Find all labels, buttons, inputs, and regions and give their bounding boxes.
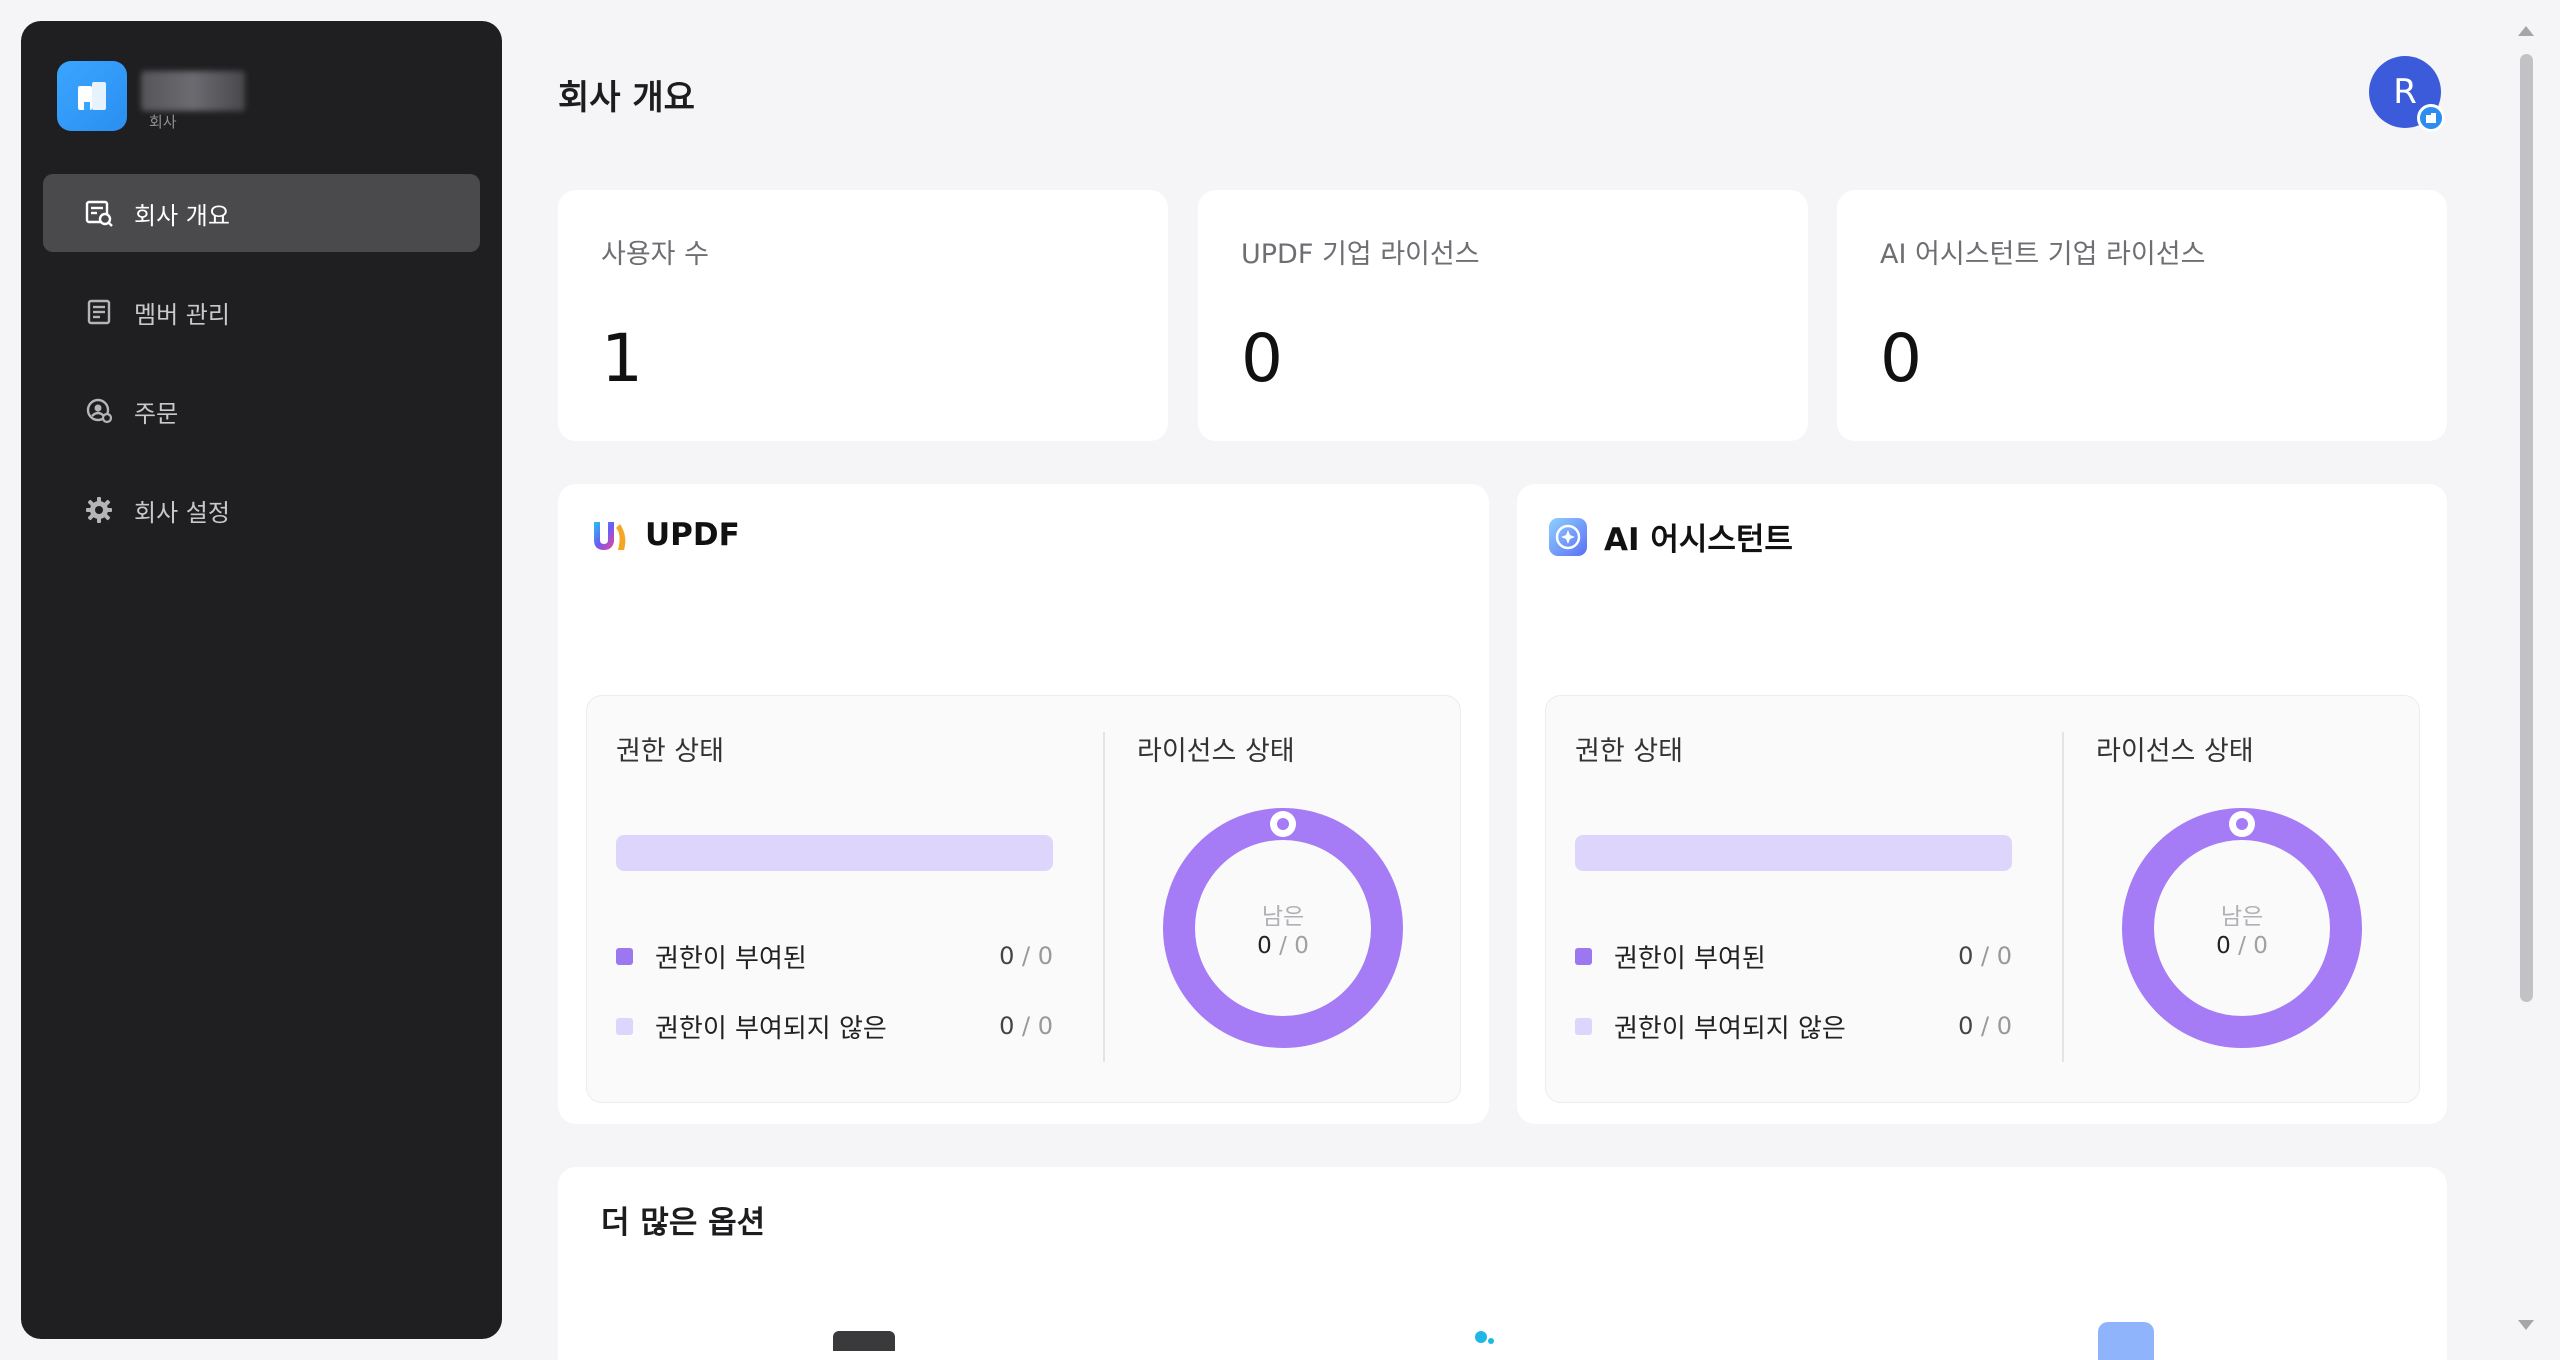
updf-status-panel: 권한 상태 라이선스 상태 권한이 부여된 0 / 0 권한이 부여되지 않은 … <box>586 695 1461 1103</box>
page-scrollbar[interactable] <box>2516 20 2536 1340</box>
sidebar-item-label: 주문 <box>134 399 179 428</box>
sidebar-item-orders[interactable]: 주문 <box>43 372 480 450</box>
legend-value: 0 / 0 <box>999 942 1053 970</box>
sidebar-item-label: 멤버 관리 <box>134 300 230 329</box>
scrollbar-thumb[interactable] <box>2520 54 2533 1002</box>
sidebar: 회사 회사 개요 멤버 관리 주문 회사 설정 <box>21 21 502 1339</box>
legend-dot-not-granted <box>616 1017 633 1035</box>
legend-label: 권한이 부여되지 않은 <box>1614 1013 1846 1044</box>
remaining-used: 0 <box>2216 933 2231 959</box>
stat-label: AI 어시스턴트 기업 라이선스 <box>1880 239 2206 270</box>
legend-value: 0 / 0 <box>999 1012 1053 1040</box>
permission-status-title: 권한 상태 <box>1575 736 1683 767</box>
order-icon <box>83 395 115 427</box>
company-badge-icon <box>2417 104 2445 132</box>
license-status-title: 라이선스 상태 <box>2096 736 2254 767</box>
brand[interactable]: 회사 <box>57 61 251 131</box>
donut-center-label: 남은 0 / 0 <box>2122 808 2362 1048</box>
updf-logo-icon <box>588 514 630 556</box>
license-status-title: 라이선스 상태 <box>1137 736 1295 767</box>
product-name: AI 어시스턴트 <box>1604 522 1793 558</box>
remaining-value: 0 / 0 <box>1257 933 1309 959</box>
permission-progress-bar <box>616 835 1053 871</box>
company-overview-icon <box>83 197 115 229</box>
granted-used: 0 <box>1958 942 1974 970</box>
product-name: UPDF <box>645 517 740 553</box>
remaining-total: 0 <box>2253 933 2268 959</box>
avatar[interactable]: R <box>2369 56 2445 132</box>
option-ai-icon[interactable] <box>2098 1322 2154 1360</box>
legend-label: 권한이 부여된 <box>655 943 807 974</box>
product-card-ai-assistant: AI 어시스턴트 권한 상태 라이선스 상태 권한이 부여된 0 / 0 권한이… <box>1517 484 2447 1124</box>
legend-dot-granted <box>1575 947 1592 965</box>
brand-subtitle: 회사 <box>149 113 177 131</box>
divider <box>1103 732 1105 1062</box>
permission-progress-bar <box>1575 835 2012 871</box>
company-name-redacted <box>141 71 245 111</box>
granted-total: 0 <box>1996 942 2012 970</box>
option-drop-icon[interactable] <box>1473 1325 1495 1360</box>
ai-status-panel: 권한 상태 라이선스 상태 권한이 부여된 0 / 0 권한이 부여되지 않은 … <box>1545 695 2420 1103</box>
permission-status-title: 권한 상태 <box>616 736 724 767</box>
remaining-value: 0 / 0 <box>2216 933 2268 959</box>
legend-value: 0 / 0 <box>1958 942 2012 970</box>
stat-label: 사용자 수 <box>601 239 709 270</box>
stat-value: 0 <box>1241 320 1283 397</box>
legend-value: 0 / 0 <box>1958 1012 2012 1040</box>
legend-dot-not-granted <box>1575 1017 1592 1035</box>
donut-center-label: 남은 0 / 0 <box>1163 808 1403 1048</box>
stat-value: 0 <box>1880 320 1922 397</box>
sidebar-item-member-management[interactable]: 멤버 관리 <box>43 273 480 351</box>
remaining-used: 0 <box>1257 933 1272 959</box>
product-card-updf: UPDF 권한 상태 라이선스 상태 권한이 부여된 0 / 0 권한이 부여되… <box>558 484 1489 1124</box>
remaining-label: 남은 <box>1261 904 1305 930</box>
not-granted-total: 0 <box>1996 1012 2012 1040</box>
divider <box>2062 732 2064 1062</box>
sidebar-nav: 회사 개요 멤버 관리 주문 회사 설정 <box>43 174 480 570</box>
not-granted-used: 0 <box>999 1012 1015 1040</box>
legend-not-granted: 권한이 부여되지 않은 0 / 0 <box>1575 1006 2012 1046</box>
legend-label: 권한이 부여되지 않은 <box>655 1013 887 1044</box>
stat-label: UPDF 기업 라이선스 <box>1241 239 1480 270</box>
stat-card-users: 사용자 수 1 <box>558 190 1168 441</box>
granted-used: 0 <box>999 942 1015 970</box>
scroll-down-arrow-icon[interactable] <box>2518 1320 2534 1330</box>
legend-not-granted: 권한이 부여되지 않은 0 / 0 <box>616 1006 1053 1046</box>
scroll-up-arrow-icon[interactable] <box>2518 26 2534 36</box>
page-title: 회사 개요 <box>558 78 695 118</box>
legend-granted: 권한이 부여된 0 / 0 <box>616 936 1053 976</box>
sidebar-item-company-settings[interactable]: 회사 설정 <box>43 471 480 549</box>
granted-total: 0 <box>1037 942 1053 970</box>
stat-value: 1 <box>601 320 643 397</box>
legend-label: 권한이 부여된 <box>1614 943 1766 974</box>
sidebar-item-label: 회사 설정 <box>134 498 230 527</box>
remaining-label: 남은 <box>2220 904 2264 930</box>
gear-icon <box>83 494 115 526</box>
stat-card-updf-licenses: UPDF 기업 라이선스 0 <box>1198 190 1808 441</box>
sidebar-item-company-overview[interactable]: 회사 개요 <box>43 174 480 252</box>
member-list-icon <box>83 296 115 328</box>
legend-granted: 권한이 부여된 0 / 0 <box>1575 936 2012 976</box>
company-logo-icon <box>57 61 127 131</box>
legend-dot-granted <box>616 947 633 965</box>
not-granted-used: 0 <box>1958 1012 1974 1040</box>
sidebar-item-label: 회사 개요 <box>134 201 230 230</box>
more-options-title: 더 많은 옵션 <box>601 1205 766 1241</box>
more-options-card: 더 많은 옵션 <box>558 1167 2447 1360</box>
option-device-icon[interactable] <box>833 1331 895 1351</box>
avatar-initial: R <box>2393 72 2417 112</box>
stat-card-ai-licenses: AI 어시스턴트 기업 라이선스 0 <box>1837 190 2447 441</box>
not-granted-total: 0 <box>1037 1012 1053 1040</box>
remaining-total: 0 <box>1294 933 1309 959</box>
ai-assistant-icon <box>1547 516 1589 558</box>
